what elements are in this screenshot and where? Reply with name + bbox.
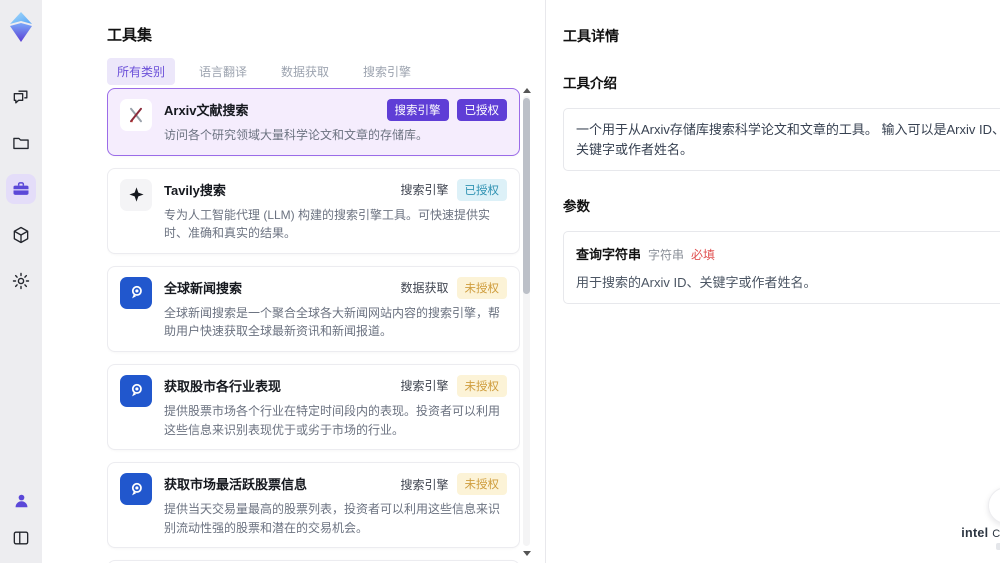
category-tabs: 所有类别 语言翻译 数据获取 搜索引擎: [107, 58, 421, 85]
tool-card[interactable]: 获取股市各行业表现 搜索引擎 未授权 提供股票市场各个行业在特定时间段内的表现。…: [107, 363, 520, 451]
main-area: 工具集 所有类别 语言翻译 数据获取 搜索引擎 Arxiv文献搜索 搜索引擎 已授权 …: [42, 0, 1000, 563]
tool-name: Tavily搜索: [164, 182, 226, 198]
blueq-icon: [120, 374, 152, 407]
tool-status-badge: 已授权: [456, 99, 507, 121]
brand-intel-text: intel: [961, 526, 989, 540]
panel-icon: [11, 528, 31, 548]
sidebar-item-folder[interactable]: [6, 128, 36, 158]
left-rail: [0, 0, 42, 563]
tool-description: 提供当天交易量最高的股票列表，投资者可以利用这些信息来识别流动性强的股票和潜在的…: [164, 502, 501, 535]
gem-logo-icon[interactable]: [6, 8, 36, 46]
tool-description: 提供股票市场各个行业在特定时间段内的表现。投资者可以利用这些信息来识别表现优于或…: [164, 403, 501, 437]
tool-status-badge: 未授权: [456, 276, 507, 299]
tool-name: Arxiv文献搜索: [164, 103, 249, 118]
tool-status-badge: 已授权: [456, 178, 507, 201]
sidebar-item-panel[interactable]: [6, 523, 36, 553]
tool-status-badge: 未授权: [456, 374, 507, 397]
gear-icon: [11, 271, 31, 291]
user-icon: [12, 491, 31, 510]
blueq-icon: [120, 276, 152, 309]
tool-description: 访问各个研究领域大量科学论文和文章的存储库。: [164, 128, 429, 142]
param-description: 用于搜索的Arxiv ID、关键字或作者姓名。: [576, 275, 817, 290]
tool-name: 获取市场最活跃股票信息: [164, 477, 308, 493]
tool-description: 专为人工智能代理 (LLM) 构建的搜索引擎工具。可快速提供实时、准确和真实的结…: [164, 207, 491, 241]
param-header: 查询字符串 字符串 必填: [576, 244, 1000, 263]
param-required-badge: 必填: [691, 248, 716, 262]
app-window: 工具集 所有类别 语言翻译 数据获取 搜索引擎 Arxiv文献搜索 搜索引擎 已授权 …: [0, 0, 1000, 563]
page-title: 工具集: [107, 27, 153, 44]
param-card: 查询字符串 字符串 必填 用于搜索的Arxiv ID、关键字或作者姓名。: [563, 231, 1000, 304]
tool-details-panel: 工具详情 工具介绍 一个用于从Arxiv存储库搜索科学论文和文章的工具。 输入可…: [563, 0, 1000, 304]
tool-card[interactable]: Tavily搜索 搜索引擎 已授权 专为人工智能代理 (LLM) 构建的搜索引擎…: [107, 167, 520, 254]
tool-list: Arxiv文献搜索 搜索引擎 已授权 访问各个研究领域大量科学论文和文章的存储库…: [107, 88, 520, 563]
tool-category-label: 搜索引擎: [400, 183, 449, 198]
tool-category-label: 数据获取: [400, 281, 449, 296]
list-scrollbar[interactable]: [522, 88, 531, 556]
intel-core-logo: intel CORE: [960, 526, 1000, 550]
sidebar-item-briefcase[interactable]: [6, 174, 36, 204]
tool-category-label: 搜索引擎: [386, 99, 449, 121]
chat-icon: [11, 87, 31, 107]
tool-name: 全球新闻搜索: [164, 280, 243, 296]
param-type: 字符串: [648, 248, 685, 262]
sparkle-icon: [120, 178, 152, 211]
sidebar-item-user[interactable]: [6, 485, 36, 515]
params-section-title: 参数: [563, 199, 590, 214]
tool-intro-box: 一个用于从Arxiv存储库搜索科学论文和文章的工具。 输入可以是Arxiv ID…: [563, 108, 1000, 171]
arxiv-icon: [120, 99, 152, 131]
tool-card[interactable]: Arxiv文献搜索 搜索引擎 已授权 访问各个研究领域大量科学论文和文章的存储库…: [107, 88, 520, 156]
sidebar-item-gear[interactable]: [6, 266, 36, 296]
tool-status-badge: 未授权: [456, 473, 507, 496]
brand-sub-badge: [996, 543, 1000, 550]
sidebar-item-chat[interactable]: [6, 82, 36, 112]
param-name: 查询字符串: [576, 247, 642, 262]
tab-category-1[interactable]: 语言翻译: [189, 58, 257, 85]
folder-icon: [11, 133, 31, 153]
tab-category-2[interactable]: 数据获取: [271, 58, 339, 85]
tool-card[interactable]: 全球新闻搜索 数据获取 未授权 全球新闻搜索是一个聚合全球各大新闻网站内容的搜索…: [107, 265, 520, 352]
tool-card[interactable]: 获取市场最活跃股票信息 搜索引擎 未授权 提供当天交易量最高的股票列表，投资者可…: [107, 462, 520, 549]
tool-category-label: 搜索引擎: [400, 379, 449, 394]
tab-all-categories[interactable]: 所有类别: [107, 58, 176, 85]
details-title: 工具详情: [563, 28, 619, 44]
cube-icon: [11, 225, 31, 245]
panel-divider: [545, 0, 546, 563]
sidebar-item-cube[interactable]: [6, 220, 36, 250]
tool-category-label: 搜索引擎: [400, 477, 449, 492]
brand-core-text: CORE: [992, 528, 1000, 540]
scroll-up-icon[interactable]: [523, 88, 531, 93]
tab-category-3[interactable]: 搜索引擎: [353, 58, 421, 85]
blueq-icon: [120, 473, 152, 506]
scrollbar-thumb[interactable]: [523, 98, 530, 294]
scroll-down-icon[interactable]: [523, 551, 531, 556]
tool-name: 获取股市各行业表现: [164, 378, 282, 394]
briefcase-icon: [11, 179, 31, 199]
intro-section-title: 工具介绍: [563, 76, 617, 91]
download-button[interactable]: [988, 487, 1000, 524]
tool-description: 全球新闻搜索是一个聚合全球各大新闻网站内容的搜索引擎，帮助用户快速获取全球最新资…: [164, 305, 501, 339]
